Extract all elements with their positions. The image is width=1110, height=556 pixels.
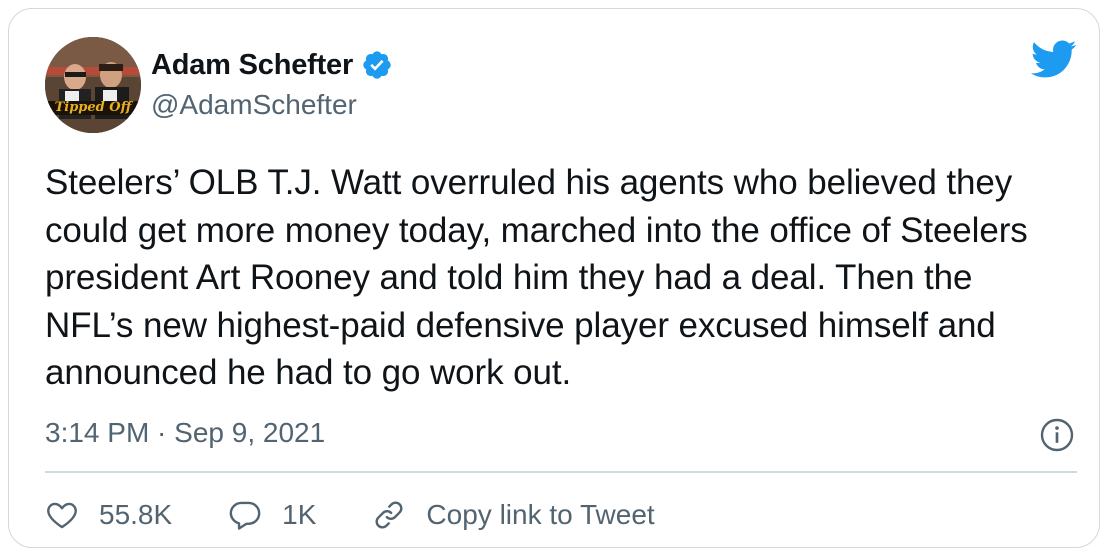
avatar-image	[45, 37, 141, 133]
twitter-bird-icon[interactable]	[1029, 35, 1077, 83]
info-icon[interactable]	[1039, 417, 1075, 453]
tweet-actions: 55.8K 1K Copy link to Tweet	[45, 493, 711, 537]
speech-bubble-icon	[229, 501, 261, 530]
author-display-name[interactable]: Adam Schefter	[151, 49, 353, 82]
verified-badge-icon	[361, 49, 393, 81]
divider	[45, 471, 1077, 473]
author-handle[interactable]: @AdamSchefter	[151, 89, 357, 121]
copy-link-label: Copy link to Tweet	[426, 499, 655, 530]
heart-icon	[47, 502, 77, 529]
avatar[interactable]: Tipped Off	[45, 37, 141, 133]
tweet-card[interactable]: Tipped Off Adam Schefter @AdamSchefter S…	[8, 8, 1100, 548]
tweet-timestamp[interactable]: 3:14 PM · Sep 9, 2021	[45, 417, 325, 449]
avatar-logo-text: Tipped Off	[54, 100, 132, 115]
like-button[interactable]: 55.8K	[45, 498, 172, 532]
reply-count: 1K	[282, 499, 317, 530]
copy-link-button[interactable]: Copy link to Tweet	[372, 498, 655, 532]
like-count: 55.8K	[99, 499, 173, 530]
reply-button[interactable]: 1K	[228, 498, 316, 532]
author-name-row[interactable]: Adam Schefter	[151, 45, 393, 85]
tweet-text: Steelers’ OLB T.J. Watt overruled his ag…	[45, 163, 1028, 392]
link-icon	[375, 501, 403, 529]
